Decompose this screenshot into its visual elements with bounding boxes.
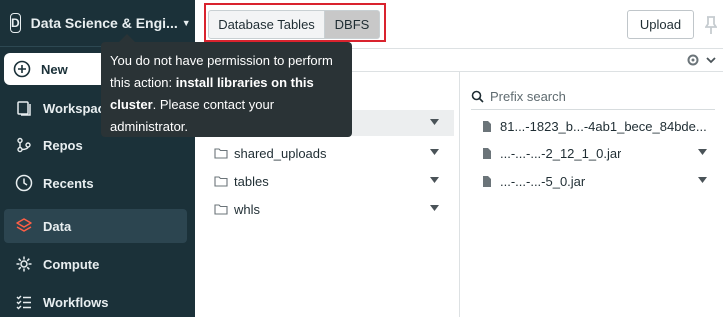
caret-down-icon[interactable]	[698, 149, 707, 155]
folder-name: shared_uploads	[234, 145, 327, 161]
sidebar-item-data[interactable]: Data	[4, 209, 187, 243]
file-name: ...-...-...-5_0.jar	[500, 173, 586, 189]
folder-row[interactable]: shared_uploads	[214, 140, 449, 166]
caret-down-icon[interactable]	[430, 205, 439, 211]
file-icon	[483, 147, 491, 159]
folder-icon	[214, 176, 228, 187]
sidebar-item-label: Workflows	[43, 294, 109, 310]
chevron-down-icon[interactable]	[705, 54, 717, 66]
folder-name: whls	[234, 201, 261, 217]
folder-row[interactable]: whls	[214, 196, 449, 222]
file-name: 81...-1823_b...-4ab1_bece_84bde...	[500, 118, 707, 134]
folder-row[interactable]: tables	[214, 168, 449, 194]
folder-icon	[214, 204, 228, 215]
file-icon	[483, 175, 491, 187]
workspace-icon	[14, 98, 34, 118]
permission-tooltip: You do not have permission to perform th…	[101, 42, 352, 137]
status-circle-icon[interactable]	[687, 54, 699, 66]
sidebar-item-label: Repos	[43, 137, 83, 153]
sidebar-item-recents[interactable]: Recents	[0, 166, 195, 200]
clock-icon	[14, 173, 34, 193]
file-icon	[483, 120, 491, 132]
column-divider	[459, 72, 460, 317]
workspace-badge: D	[10, 13, 21, 33]
file-name: ...-...-...-2_12_1_0.jar	[500, 145, 622, 161]
caret-down-icon[interactable]	[430, 149, 439, 155]
caret-down-icon[interactable]	[430, 177, 439, 183]
sidebar-item-label: Data	[43, 218, 72, 234]
new-label: New	[41, 61, 68, 77]
prefix-search-field[interactable]: Prefix search	[471, 85, 715, 107]
workspace-name: Data Science & Engi...	[30, 15, 178, 31]
tab-dbfs[interactable]: DBFS	[324, 10, 380, 39]
sidebar-item-label: Compute	[43, 256, 100, 272]
workflows-icon	[14, 292, 34, 312]
folder-name: tables	[234, 173, 269, 189]
compute-icon	[14, 254, 34, 274]
repos-icon	[14, 135, 34, 155]
caret-down-icon[interactable]	[698, 177, 707, 183]
data-icon	[14, 216, 34, 236]
caret-down-icon: ▼	[181, 18, 191, 28]
file-row[interactable]: ...-...-...-5_0.jar	[482, 169, 712, 193]
search-underline	[471, 109, 715, 110]
tooltip-arrow	[119, 34, 135, 42]
file-row[interactable]: 81...-1823_b...-4ab1_bece_84bde...	[482, 114, 712, 138]
tab-database-tables[interactable]: Database Tables	[208, 10, 325, 39]
search-placeholder: Prefix search	[490, 88, 566, 104]
folder-icon	[214, 148, 228, 159]
upload-button[interactable]: Upload	[627, 10, 694, 39]
workspace-switcher[interactable]: D Data Science & Engi... ▼	[10, 9, 191, 37]
file-row[interactable]: ...-...-...-2_12_1_0.jar	[482, 141, 712, 165]
plus-circle-icon	[12, 59, 32, 79]
pin-icon[interactable]	[705, 15, 717, 35]
sidebar-item-workflows[interactable]: Workflows	[0, 285, 195, 317]
caret-down-icon[interactable]	[430, 119, 439, 125]
search-icon	[471, 90, 484, 103]
sidebar-item-label: Recents	[43, 175, 94, 191]
sidebar-item-compute[interactable]: Compute	[0, 247, 195, 281]
